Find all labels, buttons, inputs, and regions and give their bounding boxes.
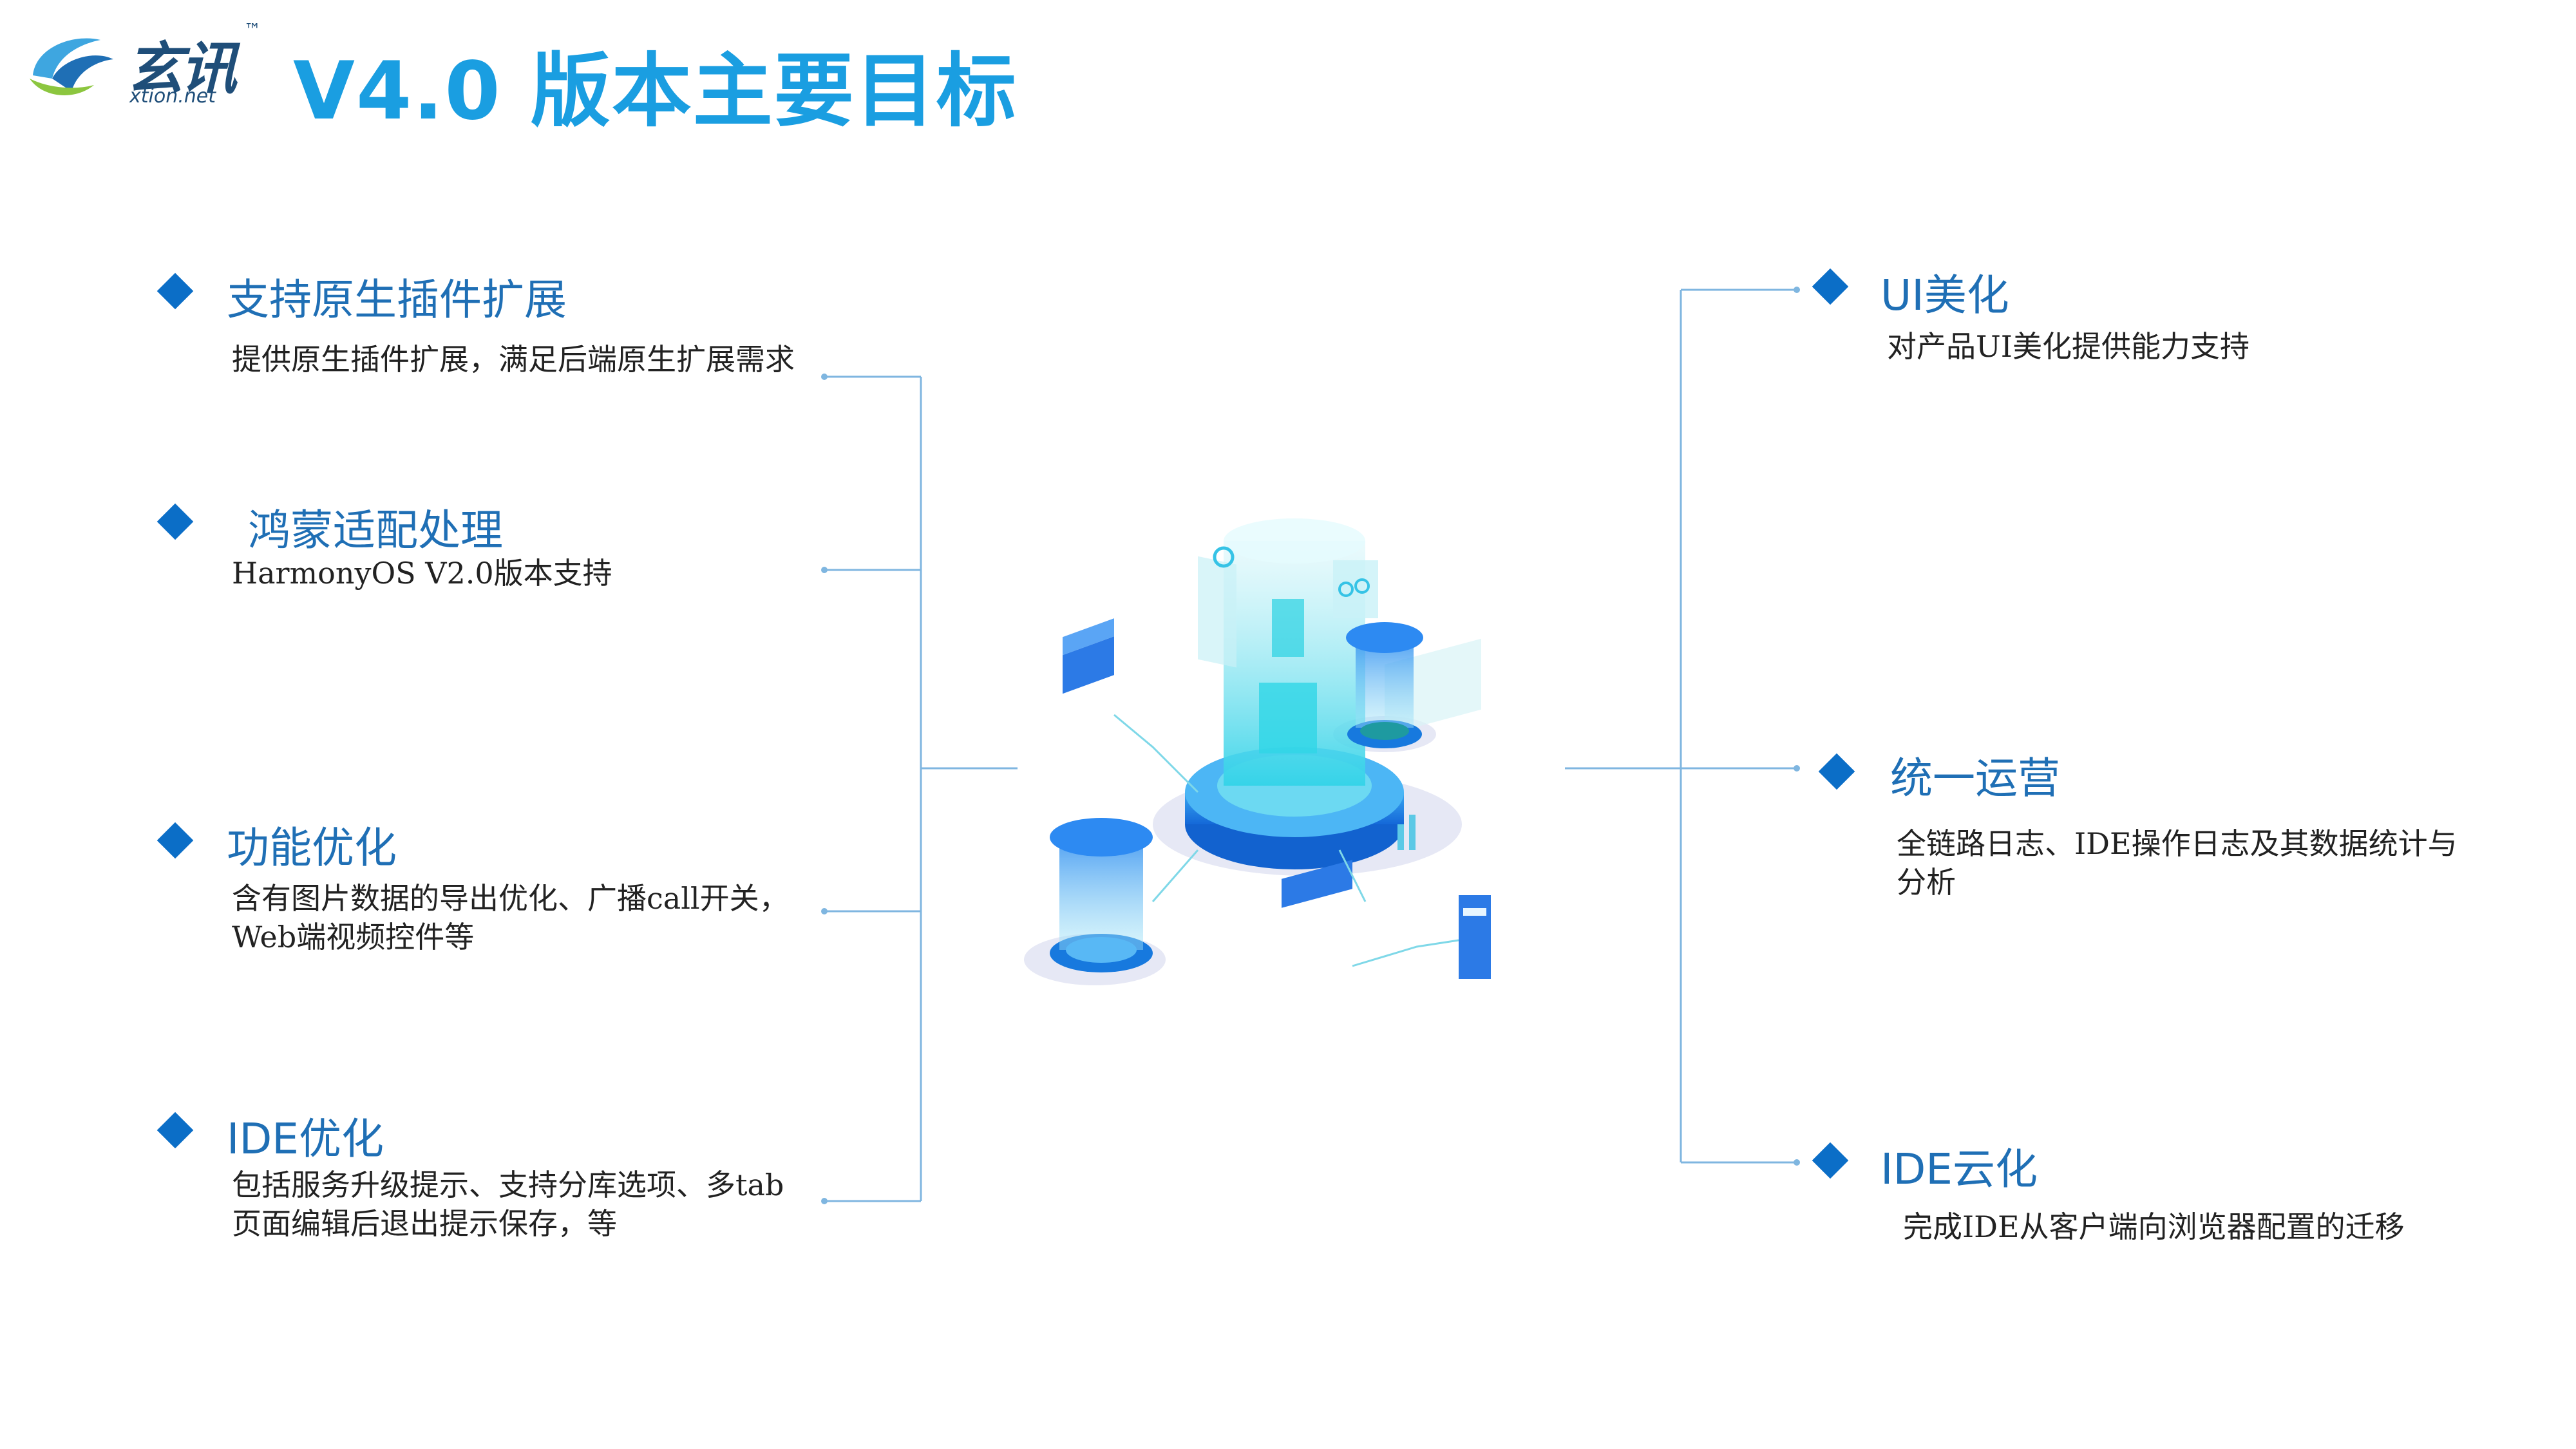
item-desc-optimization: 含有图片数据的导出优化、广播call开关，Web端视频控件等 [232, 881, 789, 954]
item-title-ide-cloud: IDE云化 [1880, 1144, 2038, 1194]
item-desc-harmony: HarmonyOS V2.0版本支持 [232, 556, 612, 591]
item-desc-ui: 对产品UI美化提供能力支持 [1887, 329, 2249, 364]
item-title-optimization: 功能优化 [227, 823, 397, 873]
item-title-native-plugin: 支持原生插件扩展 [227, 275, 567, 325]
item-title-ide-opt: IDE优化 [227, 1114, 384, 1164]
item-desc-native-plugin: 提供原生插件扩展，满足后端原生扩展需求 [232, 342, 795, 377]
item-title-ui: UI美化 [1880, 270, 2009, 320]
item-title-ops: 统一运营 [1890, 753, 2060, 803]
item-desc-ops: 全链路日志、IDE操作日志及其数据统计与分析 [1897, 826, 2458, 900]
item-title-harmony: 鸿蒙适配处理 [248, 506, 503, 555]
data-center-illustration [1024, 518, 1491, 985]
item-desc-ide-cloud: 完成IDE从客户端向浏览器配置的迁移 [1903, 1209, 2405, 1244]
item-desc-ide-opt: 包括服务升级提示、支持分库选项、多tab页面编辑后退出提示保存，等 [232, 1168, 784, 1241]
